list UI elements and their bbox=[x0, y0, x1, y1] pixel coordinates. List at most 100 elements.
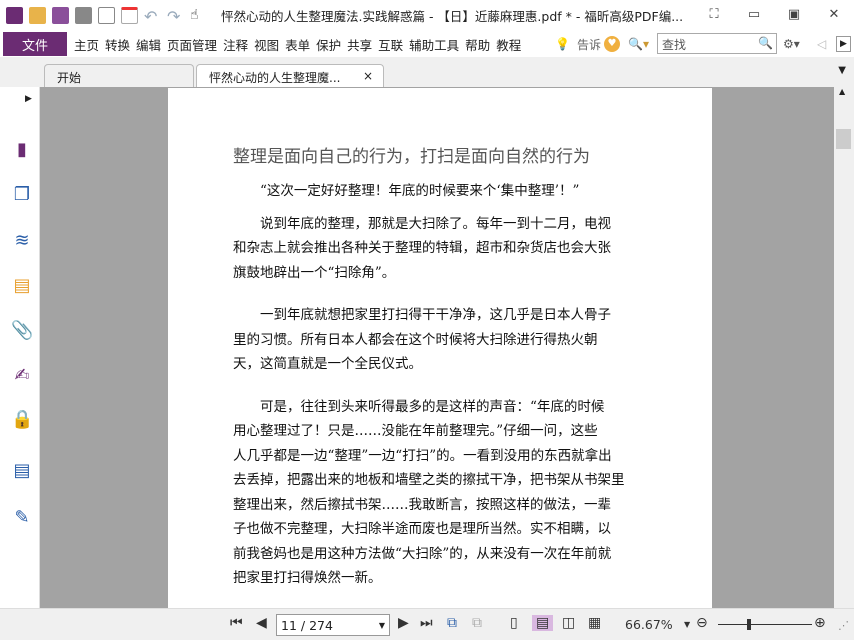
paragraph: 说到年底的整理，那就是大扫除了。每年一到十二月，电视 和杂志上就会推出各种关于整… bbox=[233, 212, 642, 286]
paragraph: 可是，往往到头来听得最多的是这样的声音：“年底的时候 用心整理过了！只是……没能… bbox=[233, 395, 642, 591]
menu-comment[interactable]: 注释 bbox=[220, 35, 251, 54]
ribbon-left-arrow[interactable]: ◁ bbox=[817, 37, 826, 51]
close-button[interactable]: ✕ bbox=[814, 0, 854, 28]
menu-help[interactable]: 帮助 bbox=[462, 35, 493, 54]
status-bar: ⏮ ◀ 11 / 274 ▼ ▶ ⏭ ⧉ ⧉ ▯ ▤ ◫ ▦ 66.67% ▼ ⊖… bbox=[0, 608, 854, 640]
security-icon[interactable]: 🔒 bbox=[11, 409, 33, 431]
settings-icon[interactable]: ⚙▾ bbox=[783, 37, 800, 51]
content-icon[interactable]: ▤ bbox=[11, 460, 33, 482]
text-line: “这次一定好好整理！年底的时候要来个‘集中整理’！” bbox=[260, 183, 580, 199]
attachments-icon[interactable]: 📎 bbox=[11, 320, 33, 342]
menu-organize[interactable]: 页面管理 bbox=[164, 35, 220, 54]
heart-icon[interactable]: ♥ bbox=[604, 36, 620, 52]
undo-icon[interactable]: ↶ bbox=[144, 7, 161, 26]
menu-view[interactable]: 视图 bbox=[251, 35, 282, 54]
search-icon[interactable]: 🔍 bbox=[758, 36, 773, 50]
menu-convert[interactable]: 转换 bbox=[102, 35, 133, 54]
menu-edit[interactable]: 编辑 bbox=[133, 35, 164, 54]
menu-accessibility[interactable]: 辅助工具 bbox=[406, 35, 462, 54]
certificate-icon[interactable]: ✎ bbox=[11, 507, 33, 529]
scroll-thumb[interactable] bbox=[836, 129, 851, 149]
file-menu[interactable]: 文件 bbox=[3, 32, 67, 56]
pdf-page: 整理是面向自己的行为，打扫是面向自然的行为 “这次一定好好整理！年底的时候要来个… bbox=[168, 88, 712, 608]
pages-icon[interactable]: ❐ bbox=[11, 184, 33, 206]
zoom-slider-thumb[interactable] bbox=[747, 619, 751, 630]
text-line: 前我爸妈也是用这种方法做“大扫除”的，从来没有一次在年前就 bbox=[233, 545, 612, 562]
page-dropdown-icon[interactable]: ▼ bbox=[379, 621, 385, 630]
paragraph: 一到年底就想把家里打扫得干干净净，这几乎是日本人骨子 里的习惯。所有日本人都会在… bbox=[233, 303, 642, 377]
tab-start[interactable]: 开始 bbox=[44, 64, 194, 87]
page-number-field[interactable]: 11 / 274 ▼ bbox=[276, 614, 390, 636]
save-icon[interactable] bbox=[52, 7, 69, 24]
search-placeholder: 查找 bbox=[662, 38, 687, 52]
comments-icon[interactable]: ▤ bbox=[11, 275, 33, 297]
properties-icon[interactable] bbox=[98, 7, 115, 24]
tab-document[interactable]: 怦然心动的人生整理魔... × bbox=[196, 64, 384, 87]
text-line: 子也做不完整理，大扫除半途而废也是理所当然。实不相瞒，以 bbox=[233, 521, 611, 537]
tab-label: 怦然心动的人生整理魔... bbox=[209, 71, 341, 85]
print-icon[interactable] bbox=[75, 7, 92, 24]
page-number: 11 / 274 bbox=[281, 618, 333, 633]
menu-home[interactable]: 主页 bbox=[71, 35, 102, 54]
text-line: 把家里打扫得焕然一新。 bbox=[233, 570, 382, 586]
text-line: 一到年底就想把家里打扫得干干净净，这几乎是日本人骨子 bbox=[260, 307, 611, 323]
menu-protect[interactable]: 保护 bbox=[313, 35, 344, 54]
text-line: 说到年底的整理，那就是大扫除了。每年一到十二月，电视 bbox=[260, 215, 611, 232]
previous-view-icon[interactable]: ⧉ bbox=[447, 615, 457, 631]
text-line: 人几乎都是一边“整理”一边“打扫”的。一看到没用的东西就拿出 bbox=[233, 447, 612, 464]
previous-page-button[interactable]: ◀ bbox=[256, 615, 267, 631]
tab-list-dropdown[interactable]: ▼ bbox=[838, 65, 846, 76]
menu-tutorial[interactable]: 教程 bbox=[493, 35, 524, 54]
redo-icon[interactable]: ↷ bbox=[167, 7, 184, 26]
tab-label: 开始 bbox=[57, 71, 82, 85]
signatures-icon[interactable]: ✍ bbox=[11, 365, 33, 387]
text-line: 用心整理过了！只是……没能在年前整理完。”仔细一问，这些 bbox=[233, 423, 598, 439]
open-icon[interactable] bbox=[29, 7, 46, 24]
resize-grip-icon[interactable]: ⋰ bbox=[838, 619, 849, 632]
next-page-button[interactable]: ▶ bbox=[398, 615, 409, 631]
menu-connect[interactable]: 互联 bbox=[375, 35, 406, 54]
last-page-button[interactable]: ⏭ bbox=[420, 615, 433, 631]
vertical-scrollbar[interactable]: ▲ bbox=[834, 87, 854, 608]
close-tab-icon[interactable]: × bbox=[363, 69, 373, 83]
layers-icon[interactable]: ≋ bbox=[11, 230, 33, 252]
expand-panel-icon[interactable]: ▶ bbox=[25, 94, 32, 104]
zoom-level[interactable]: 66.67% bbox=[625, 617, 673, 632]
restore-layout-icon[interactable]: ⛶ bbox=[694, 0, 734, 28]
section-heading: 整理是面向自己的行为，打扫是面向自然的行为 bbox=[233, 147, 590, 167]
zoom-in-button[interactable]: ⊕ bbox=[814, 615, 826, 631]
scroll-up-arrow[interactable]: ▲ bbox=[839, 87, 845, 96]
next-view-icon[interactable]: ⧉ bbox=[472, 615, 482, 631]
menu-form[interactable]: 表单 bbox=[282, 35, 313, 54]
first-page-button[interactable]: ⏮ bbox=[230, 615, 243, 631]
zoom-slider[interactable] bbox=[718, 619, 812, 630]
text-line: 里的习惯。所有日本人都会在这个时候将大扫除进行得热火朝 bbox=[233, 331, 598, 348]
facing-page-icon[interactable]: ◫ bbox=[562, 615, 575, 631]
paragraph: “这次一定好好整理！年底的时候要来个‘集中整理’！” bbox=[233, 179, 642, 204]
zoom-dropdown-icon[interactable]: ▼ bbox=[684, 620, 690, 629]
text-line: 整理出来，然后擦拭书架……我敢断言，按照这样的做法，一辈 bbox=[233, 496, 611, 513]
single-page-icon[interactable]: ▯ bbox=[510, 615, 518, 631]
window-title: 怦然心动的人生整理魔法.实践解惑篇 - 【日】近藤麻理惠.pdf * - 福昕高… bbox=[221, 9, 684, 24]
ribbon-right-arrow[interactable]: ▶ bbox=[836, 36, 851, 52]
continuous-page-icon[interactable]: ▤ bbox=[532, 615, 554, 631]
search-input[interactable]: 查找 🔍 bbox=[657, 33, 777, 54]
document-viewer[interactable]: 整理是面向自己的行为，打扫是面向自然的行为 “这次一定好好整理！年底的时候要来个… bbox=[40, 87, 834, 608]
tell-me[interactable]: 告诉 bbox=[577, 36, 601, 53]
navigation-panel: ▶ ▮ ❐ ≋ ▤ 📎 ✍ 🔒 ▤ ✎ bbox=[0, 87, 40, 640]
bookmark-icon[interactable]: ▮ bbox=[11, 139, 33, 161]
hand-tool-icon[interactable]: ☝ bbox=[190, 7, 207, 24]
continuous-facing-icon[interactable]: ▦ bbox=[588, 615, 601, 631]
text-line: 天，这简直就是一个全民仪式。 bbox=[233, 356, 422, 372]
menu-share[interactable]: 共享 bbox=[344, 35, 375, 54]
lightbulb-icon[interactable]: 💡 bbox=[555, 37, 570, 51]
title-bar: ↶ ↷ ☝ 怦然心动的人生整理魔法.实践解惑篇 - 【日】近藤麻理惠.pdf *… bbox=[0, 0, 854, 31]
maximize-button[interactable]: ▣ bbox=[774, 0, 814, 28]
new-icon[interactable] bbox=[121, 7, 138, 24]
find-options-icon[interactable]: 🔍▾ bbox=[628, 37, 649, 51]
text-line: 可是，往往到头来听得最多的是这样的声音：“年底的时候 bbox=[260, 398, 605, 415]
text-line: 去丢掉，把露出来的地板和墙壁之类的擦拭干净，把书架从书架里 bbox=[233, 472, 625, 488]
zoom-out-button[interactable]: ⊖ bbox=[696, 615, 708, 631]
minimize-button[interactable]: ▭ bbox=[734, 0, 774, 28]
text-line: 旗鼓地辟出一个“扫除角”。 bbox=[233, 264, 396, 281]
